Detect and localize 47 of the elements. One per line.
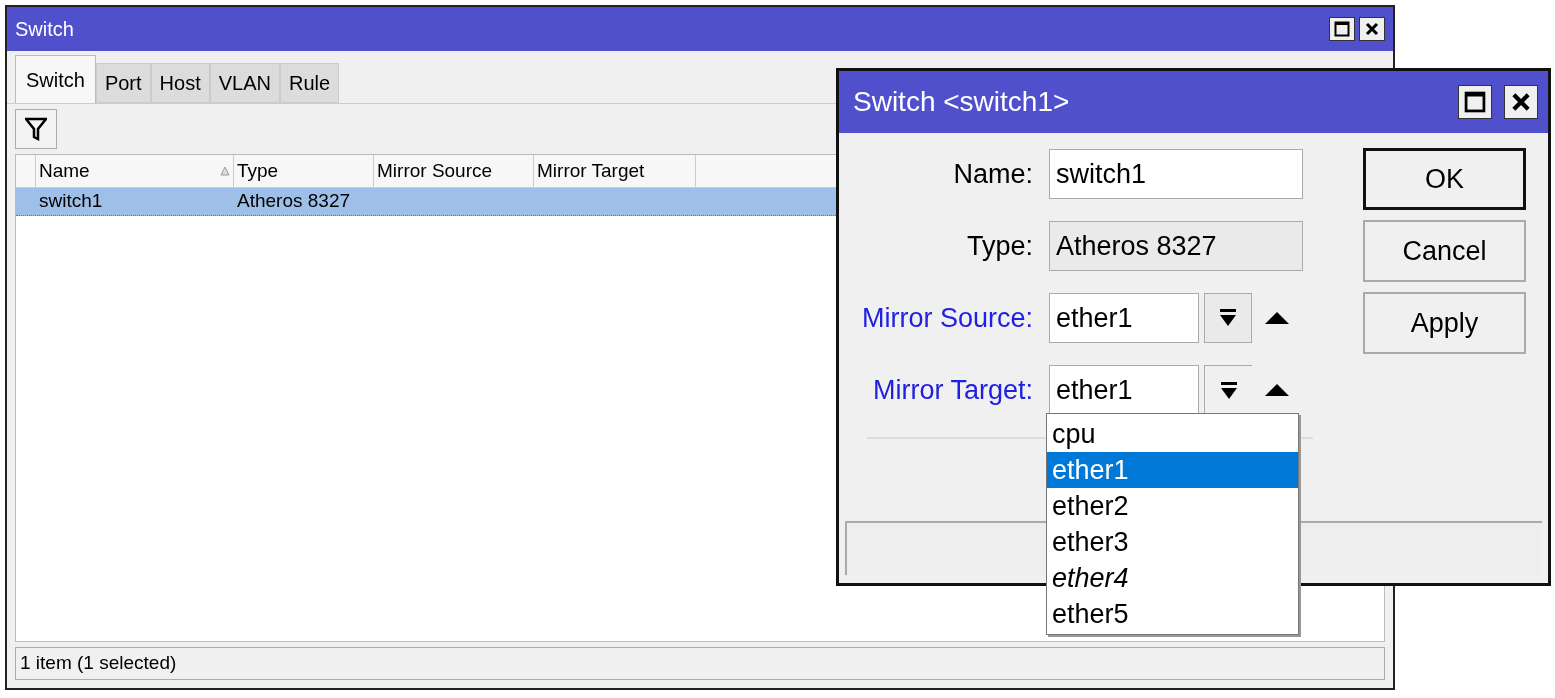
maximize-icon — [1334, 21, 1350, 37]
tab[interactable]: Port — [95, 63, 151, 103]
dialog-button[interactable]: Cancel — [1363, 220, 1526, 282]
type-field: Atheros 8327 — [1049, 221, 1303, 271]
combo-field[interactable]: ether1 — [1049, 365, 1199, 415]
drop-down-icon — [1219, 308, 1237, 328]
filter-button[interactable] — [15, 109, 57, 149]
combo-field[interactable]: ether1 — [1049, 293, 1199, 343]
table-cell-text: switch1 — [39, 189, 103, 214]
dropdown-option[interactable]: ether5 — [1047, 596, 1298, 632]
column-header[interactable]: Name — [36, 155, 234, 187]
field-label: Mirror Target: — [871, 373, 1034, 407]
maximize-button[interactable] — [1458, 85, 1492, 119]
table-cell-text: Atheros 8327 — [237, 189, 351, 214]
column-header[interactable]: Type — [234, 155, 374, 187]
name-field[interactable]: switch1 — [1049, 149, 1303, 199]
dialog-button[interactable]: Apply — [1363, 292, 1526, 354]
maximize-button[interactable] — [1329, 17, 1355, 41]
tab[interactable]: VLAN — [209, 63, 280, 103]
close-icon — [1365, 22, 1379, 36]
tab[interactable]: Rule — [279, 63, 340, 103]
drop-down-icon — [1219, 380, 1238, 401]
field-label: Type: — [965, 229, 1034, 263]
dropdown-button[interactable] — [1204, 293, 1252, 343]
dialog-button[interactable]: OK — [1363, 148, 1526, 210]
up-triangle-icon — [1264, 383, 1290, 397]
dropdown-button[interactable] — [1204, 365, 1252, 415]
close-button[interactable] — [1504, 85, 1538, 119]
dropdown-option[interactable]: ether1 — [1047, 452, 1298, 488]
dropdown-option[interactable]: ether2 — [1047, 488, 1298, 524]
close-button[interactable] — [1359, 17, 1385, 41]
filter-icon — [25, 117, 47, 141]
up-triangle-icon — [1264, 311, 1290, 325]
field-label: Mirror Source: — [860, 301, 1034, 335]
tab[interactable]: Switch — [15, 55, 96, 103]
column-header[interactable]: Mirror Target — [534, 155, 696, 187]
field-label: Name: — [952, 157, 1034, 191]
dropdown-option[interactable]: ether3 — [1047, 524, 1298, 560]
tab[interactable]: Host — [150, 63, 210, 103]
dropdown-option[interactable]: ether4 — [1047, 560, 1298, 596]
maximize-icon — [1464, 91, 1486, 113]
column-header[interactable]: Mirror Source — [374, 155, 534, 187]
dialog-title: Switch <switch1> — [853, 85, 1070, 119]
dropdown-option[interactable]: cpu — [1047, 416, 1298, 452]
close-icon — [1511, 92, 1531, 112]
status-text: 1 item (1 selected) — [20, 651, 177, 676]
window-title: Switch — [15, 17, 74, 42]
